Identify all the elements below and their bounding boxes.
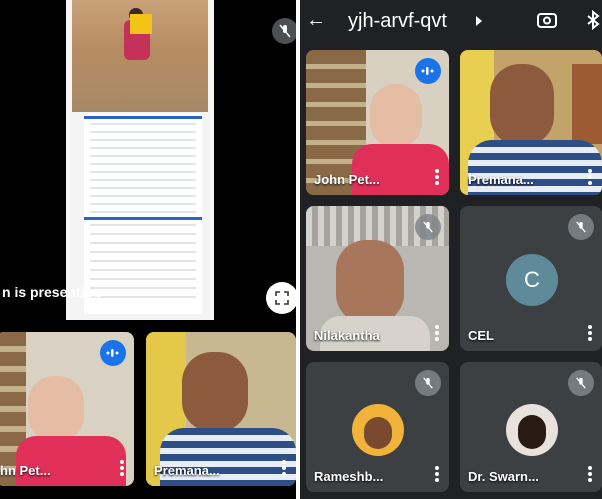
mic-off-icon bbox=[568, 214, 594, 240]
bluetooth-icon[interactable] bbox=[586, 9, 600, 35]
more-vert-icon[interactable] bbox=[588, 167, 592, 187]
more-vert-icon[interactable] bbox=[435, 323, 439, 343]
left-screen: n is presenting hn Pet... Premana... bbox=[0, 0, 296, 499]
chevron-right-icon[interactable] bbox=[476, 16, 482, 26]
participant-tile[interactable]: hn Pet... bbox=[0, 332, 134, 486]
mute-icon[interactable] bbox=[272, 18, 296, 44]
participant-tile[interactable]: Rameshb... bbox=[306, 362, 449, 492]
right-screen: ← yjh-arvf-qvt John Pet... Premana... Ni… bbox=[300, 0, 602, 499]
audio-wave-icon bbox=[100, 340, 126, 366]
more-vert-icon[interactable] bbox=[120, 458, 124, 478]
participant-name: CEL bbox=[468, 328, 494, 343]
more-vert-icon[interactable] bbox=[588, 323, 592, 343]
switch-camera-icon[interactable] bbox=[536, 10, 558, 35]
audio-wave-icon bbox=[415, 58, 441, 84]
more-vert-icon[interactable] bbox=[282, 458, 286, 478]
presentation-document bbox=[84, 114, 202, 314]
more-vert-icon[interactable] bbox=[435, 167, 439, 187]
participant-name: John Pet... bbox=[314, 172, 380, 187]
participant-tile[interactable]: John Pet... bbox=[306, 50, 449, 195]
avatar bbox=[352, 404, 404, 456]
mic-off-icon bbox=[415, 370, 441, 396]
presenting-status: n is presenting bbox=[2, 284, 102, 300]
participant-name: Rameshb... bbox=[314, 469, 384, 484]
participant-tile[interactable]: C CEL bbox=[460, 206, 602, 351]
participant-tile[interactable]: Premana... bbox=[460, 50, 602, 195]
avatar bbox=[506, 404, 558, 456]
participant-name: Premana... bbox=[154, 463, 220, 478]
presentation-photo bbox=[72, 0, 208, 112]
presentation-area[interactable] bbox=[66, 0, 214, 320]
fullscreen-icon[interactable] bbox=[266, 282, 296, 314]
avatar: C bbox=[506, 254, 558, 306]
more-vert-icon[interactable] bbox=[435, 464, 439, 484]
mic-off-icon bbox=[568, 370, 594, 396]
participant-tile[interactable]: Nilakantha bbox=[306, 206, 449, 351]
more-vert-icon[interactable] bbox=[588, 464, 592, 484]
participant-name: Dr. Swarn... bbox=[468, 469, 539, 484]
participant-name: hn Pet... bbox=[0, 463, 51, 478]
participant-name: Premana... bbox=[468, 172, 534, 187]
participant-name: Nilakantha bbox=[314, 328, 380, 343]
mic-off-icon bbox=[415, 214, 441, 240]
participant-tile[interactable]: Dr. Swarn... bbox=[460, 362, 602, 492]
meeting-code[interactable]: yjh-arvf-qvt bbox=[348, 10, 447, 33]
back-arrow-icon[interactable]: ← bbox=[306, 10, 326, 30]
participant-tile[interactable]: Premana... bbox=[146, 332, 296, 486]
